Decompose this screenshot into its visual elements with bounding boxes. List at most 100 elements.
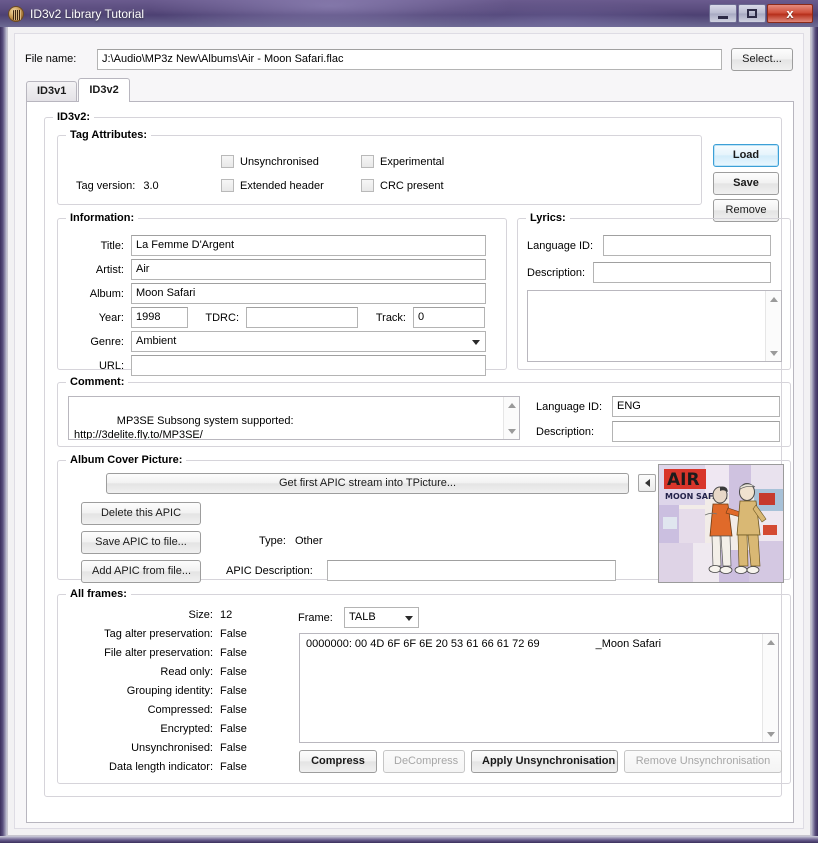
checkbox-crc-present[interactable]: CRC present (361, 179, 444, 192)
minimize-icon (718, 16, 728, 19)
file-name-row: File name: J:\Audio\MP3z New\Albums\Air … (25, 47, 793, 71)
tag-attributes-group: Tag Attributes: Tag version: 3.0 Unsynch… (57, 135, 702, 205)
frame-hex-scroll-up-button[interactable] (763, 634, 779, 650)
tab-id3v1[interactable]: ID3v1 (26, 81, 77, 102)
lyrics-scroll-up-button[interactable] (766, 291, 782, 307)
maximize-button[interactable] (738, 4, 766, 23)
track-label: Track: (358, 312, 413, 324)
id3v2-group-caption: ID3v2: (53, 111, 94, 123)
frame-select[interactable]: TALB (344, 607, 419, 628)
lyrics-caption: Lyrics: (526, 212, 570, 224)
frame-hex-ascii: _Moon Safari (596, 638, 661, 650)
close-button[interactable]: x (767, 4, 813, 23)
prev-apic-button[interactable] (638, 474, 656, 492)
apic-description-label: APIC Description: (226, 565, 327, 577)
frame-prop-compressed: Compressed:False (68, 704, 283, 716)
lyrics-scrollbar[interactable] (765, 291, 781, 361)
lyrics-scroll-down-button[interactable] (766, 345, 782, 361)
frame-prop-file-alter-key: File alter preservation: (68, 647, 213, 659)
apic-type-label: Type: (259, 535, 286, 547)
checkbox-experimental-box[interactable] (361, 155, 374, 168)
minimize-button[interactable] (709, 4, 737, 23)
frame-hex-view[interactable]: 0000000: 00 4D 6F 6F 6E 20 53 61 66 61 7… (299, 633, 779, 743)
genre-row: Genre: Ambient (68, 331, 498, 352)
frame-prop-tag-alter-value: False (213, 628, 247, 640)
apply-unsynchronisation-button[interactable]: Apply Unsynchronisation (471, 750, 618, 773)
comment-textarea[interactable]: MP3SE Subsong system supported: http://3… (68, 396, 520, 440)
frame-hex-scroll-down-button[interactable] (763, 726, 779, 742)
lyrics-group: Lyrics: Language ID: Description: (517, 218, 791, 370)
lyrics-description-input[interactable] (593, 262, 771, 283)
frame-prop-tag-alter: Tag alter preservation:False (68, 628, 283, 640)
album-artwork-image: AIR MOON SAFARI (659, 465, 783, 582)
album-artwork[interactable]: AIR MOON SAFARI (658, 464, 784, 583)
frame-prop-compressed-value: False (213, 704, 247, 716)
frame-prop-size-key: Size: (68, 609, 213, 621)
checkbox-unsynchronised[interactable]: Unsynchronised (221, 155, 319, 168)
app-icon (8, 6, 24, 22)
information-group: Information: Title: La Femme D'Argent Ar… (57, 218, 507, 370)
triangle-down-icon (770, 351, 778, 356)
save-apic-button[interactable]: Save APIC to file... (81, 531, 201, 554)
frame-hex-scrollbar[interactable] (762, 634, 778, 742)
frame-prop-compressed-key: Compressed: (68, 704, 213, 716)
apic-description-input[interactable] (327, 560, 616, 581)
frame-prop-data-length-key: Data length indicator: (68, 761, 213, 773)
year-input[interactable]: 1998 (131, 307, 188, 328)
album-input[interactable]: Moon Safari (131, 283, 486, 304)
get-apic-stream-button[interactable]: Get first APIC stream into TPicture... (106, 473, 629, 494)
tab-strip: ID3v1 ID3v2 (26, 80, 794, 102)
url-input[interactable] (131, 355, 486, 376)
album-cover-group: Album Cover Picture: Get first APIC stre… (57, 460, 791, 580)
checkbox-crc-present-box[interactable] (361, 179, 374, 192)
triangle-down-icon (508, 429, 516, 434)
checkbox-extended-header[interactable]: Extended header (221, 179, 324, 192)
frame-prop-data-length-value: False (213, 761, 247, 773)
save-button[interactable]: Save (713, 172, 779, 195)
frame-prop-encrypted: Encrypted:False (68, 723, 283, 735)
load-button[interactable]: Load (713, 144, 779, 167)
album-row: Album: Moon Safari (68, 283, 498, 304)
lyrics-textarea[interactable] (527, 290, 782, 362)
tdrc-input[interactable] (246, 307, 358, 328)
window-border-right (811, 0, 818, 843)
frame-prop-grouping: Grouping identity:False (68, 685, 283, 697)
lyrics-language-input[interactable] (603, 235, 771, 256)
artist-input[interactable]: Air (131, 259, 486, 280)
add-apic-button[interactable]: Add APIC from file... (81, 560, 201, 583)
title-input[interactable]: La Femme D'Argent (131, 235, 486, 256)
select-file-button[interactable]: Select... (731, 48, 793, 71)
delete-apic-button[interactable]: Delete this APIC (81, 502, 201, 525)
frame-selected-value: TALB (349, 611, 376, 623)
tab-id3v2[interactable]: ID3v2 (78, 78, 129, 102)
tag-attributes-caption: Tag Attributes: (66, 129, 151, 141)
information-caption: Information: (66, 212, 138, 224)
title-bar[interactable]: ID3v2 Library Tutorial x (0, 0, 818, 27)
checkbox-experimental[interactable]: Experimental (361, 155, 444, 168)
frame-hex-offset: 0000000: 00 4D 6F 6F 6E 20 53 61 66 61 7… (306, 638, 540, 650)
frame-select-label: Frame: (298, 612, 344, 624)
comment-description-input[interactable] (612, 421, 780, 442)
frame-prop-size-value: 12 (213, 609, 232, 621)
tag-version-label: Tag version: (76, 180, 135, 192)
tab-page-id3v2: ID3v2: Tag Attributes: Tag version: 3.0 … (26, 101, 794, 823)
window-border-left (0, 0, 7, 843)
lyrics-language-row: Language ID: (527, 235, 771, 256)
frame-prop-read-only-key: Read only: (68, 666, 213, 678)
comment-language-input[interactable]: ENG (612, 396, 780, 417)
checkbox-unsynchronised-box[interactable] (221, 155, 234, 168)
comment-scrollbar[interactable] (503, 397, 519, 439)
checkbox-experimental-label: Experimental (380, 156, 444, 168)
compress-button[interactable]: Compress (299, 750, 377, 773)
chevron-down-icon (472, 340, 480, 345)
frame-prop-encrypted-value: False (213, 723, 247, 735)
track-input[interactable]: 0 (413, 307, 485, 328)
album-cover-caption: Album Cover Picture: (66, 454, 186, 466)
checkbox-extended-header-box[interactable] (221, 179, 234, 192)
comment-scroll-up-button[interactable] (504, 397, 520, 413)
lyrics-language-label: Language ID: (527, 240, 603, 252)
file-name-input[interactable]: J:\Audio\MP3z New\Albums\Air - Moon Safa… (97, 49, 722, 70)
comment-scroll-down-button[interactable] (504, 423, 520, 439)
genre-select[interactable]: Ambient (131, 331, 486, 352)
apic-type-row: Type: Other (259, 535, 322, 547)
